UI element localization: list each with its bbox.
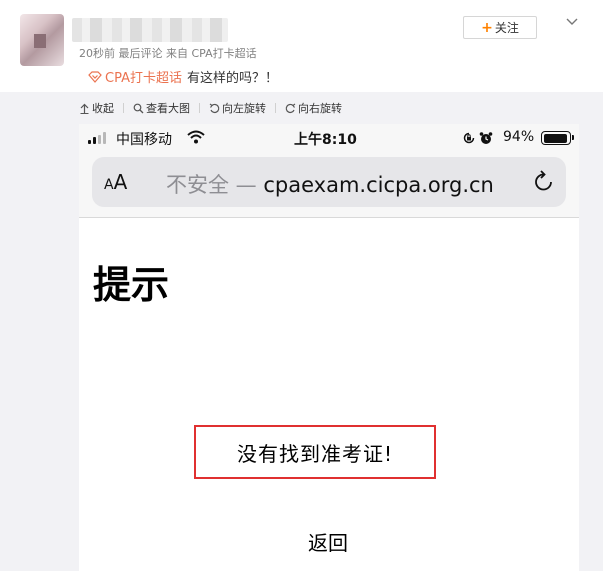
address-bar[interactable]: AA 不安全 — cpaexam.cicpa.org.cn [92, 157, 566, 207]
rotate-left-label: 向左旋转 [222, 102, 266, 115]
topic-link[interactable]: CPA打卡超话 [88, 67, 182, 86]
rotate-right-label: 向右旋转 [298, 102, 342, 115]
aa-small: A [104, 177, 114, 193]
status-icons [462, 131, 493, 145]
battery-icon [541, 131, 574, 145]
rotate-left-button[interactable]: 向左旋转 [209, 100, 266, 116]
view-large-button[interactable]: 查看大图 [133, 100, 190, 116]
back-link[interactable]: 返回 [308, 527, 348, 556]
battery-percent: 94% [503, 129, 535, 145]
collapse-label: 收起 [92, 102, 114, 115]
follow-button[interactable]: + 关注 [463, 16, 537, 39]
browser-address-area: AA 不安全 — cpaexam.cicpa.org.cn [79, 154, 579, 218]
collapse-button[interactable]: 收起 [79, 100, 114, 116]
post-body: 有这样的吗？！ [186, 71, 278, 86]
divider [199, 103, 200, 113]
post-meta: 20秒前 最后评论 来自 CPA打卡超话 [79, 47, 257, 60]
insecure-label: 不安全 — [166, 173, 264, 197]
chevron-down-icon[interactable] [564, 14, 580, 30]
page-title: 提示 [93, 263, 170, 307]
signal-icon [88, 132, 106, 144]
aa-large: A [113, 170, 128, 194]
wifi-icon [187, 130, 205, 144]
avatar[interactable] [20, 14, 64, 66]
rotate-right-icon [285, 103, 296, 113]
super-topic-icon [88, 70, 102, 83]
error-message: 没有找到准考证! [236, 441, 394, 466]
follow-label: 关注 [494, 21, 519, 35]
weibo-post: 20秒前 最后评论 来自 CPA打卡超话 + 关注 CPA打卡超话 有这样的吗？… [0, 0, 603, 571]
text-size-button[interactable]: AA [104, 170, 127, 194]
plus-icon: + [481, 19, 493, 36]
alarm-icon [479, 132, 493, 144]
carrier-label: 中国移动 [116, 132, 172, 148]
url-host: cpaexam.cicpa.org.cn [263, 173, 494, 197]
username-blurred[interactable] [72, 18, 228, 42]
reload-icon[interactable] [532, 169, 556, 195]
image-toolbar: 收起 查看大图 向左旋转 向右旋转 [79, 100, 342, 116]
url-text[interactable]: 不安全 — cpaexam.cicpa.org.cn [166, 169, 494, 199]
rotate-right-button[interactable]: 向右旋转 [285, 100, 342, 116]
topic-label: CPA打卡超话 [105, 71, 182, 86]
phone-screenshot[interactable]: 中国移动 上午8:10 94% AA 不安全 — cpaexam.cicpa.o… [79, 124, 579, 571]
status-time: 上午8:10 [294, 132, 357, 148]
collapse-icon [80, 103, 89, 114]
highlighted-message: 没有找到准考证! [194, 425, 436, 479]
search-icon [133, 103, 144, 113]
divider [275, 103, 276, 113]
post-text: CPA打卡超话 有这样的吗？！ [88, 67, 278, 86]
status-bar: 中国移动 上午8:10 94% [79, 124, 579, 154]
divider [123, 103, 124, 113]
view-large-label: 查看大图 [146, 102, 190, 115]
rotate-left-icon [209, 103, 220, 113]
rotation-lock-icon [463, 132, 475, 144]
